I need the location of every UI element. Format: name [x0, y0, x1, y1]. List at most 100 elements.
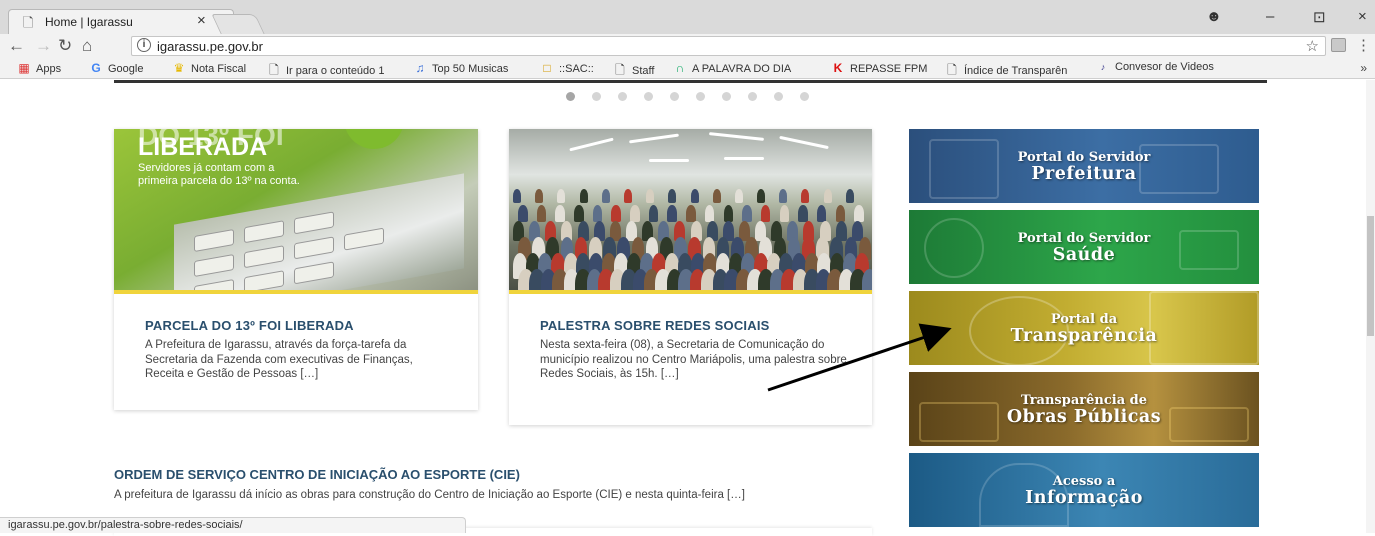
audience-person	[580, 189, 588, 203]
bookmark-ir-conteudo[interactable]: 🗋Ir para o conteúdo 1	[267, 61, 384, 82]
slider-dot[interactable]	[670, 92, 679, 101]
audience-person	[611, 205, 621, 222]
news-image[interactable]	[509, 129, 872, 294]
slider-dot[interactable]	[774, 92, 783, 101]
bookmark-indice-transparencia[interactable]: 🗋Índice de Transparên	[945, 61, 1067, 82]
page-icon: 🗋	[945, 61, 959, 82]
news-card[interactable]: PALESTRA SOBRE REDES SOCIAIS Nesta sexta…	[509, 129, 872, 425]
crown-icon: ♛	[172, 61, 186, 75]
back-arrow-icon[interactable]: ←	[8, 35, 25, 57]
restore-button[interactable]: ⊡	[1313, 8, 1326, 26]
slider-dot[interactable]	[748, 92, 757, 101]
bookmark-nota-fiscal[interactable]: ♛Nota Fiscal	[172, 61, 246, 75]
banner-line1: Portal do Servidor	[909, 150, 1259, 165]
acesso-informacao-banner[interactable]: Acesso a Informação	[909, 453, 1259, 527]
audience-person	[593, 205, 603, 222]
minimize-button[interactable]: –	[1266, 8, 1274, 25]
new-tab-button[interactable]	[211, 14, 264, 34]
close-window-button[interactable]: ×	[1358, 8, 1367, 25]
account-circle-icon[interactable]: ☻	[1206, 8, 1222, 25]
home-icon[interactable]: ⌂	[82, 35, 92, 57]
audience-person	[798, 205, 808, 222]
audience-person	[817, 205, 827, 222]
image-underbar	[114, 290, 478, 294]
audience-person	[535, 189, 543, 203]
audience-person	[667, 205, 677, 222]
k-icon: K	[831, 61, 845, 75]
news-title[interactable]: PARCELA DO 13º FOI LIBERADA	[145, 318, 354, 333]
audience-person	[780, 205, 790, 222]
banner-line1: Transparência de	[909, 393, 1259, 408]
bookmark-apps[interactable]: ▦Apps	[17, 61, 61, 75]
tab-strip: 🗋 Home | Igarassu × ☻ – ⊡ ×	[0, 0, 1375, 34]
slider-dot[interactable]	[644, 92, 653, 101]
web-page: DO 13º FOI LIBERADA Servidores já contam…	[0, 80, 1375, 533]
scrollbar[interactable]	[1366, 80, 1375, 533]
audience-person	[518, 205, 528, 222]
bookmark-sac[interactable]: □::SAC::	[540, 61, 594, 75]
menu-dots-icon[interactable]: ⋮	[1356, 36, 1371, 54]
news-card[interactable]: DO 13º FOI LIBERADA Servidores já contam…	[114, 129, 478, 410]
status-bar-url: igarassu.pe.gov.br/palestra-sobre-redes-…	[0, 517, 466, 533]
slider-dot[interactable]	[618, 92, 627, 101]
audience-person	[646, 189, 654, 203]
keypad-graphic	[174, 173, 464, 294]
slider-dot[interactable]	[592, 92, 601, 101]
banner-line2: Informação	[909, 488, 1259, 508]
news-excerpt: A prefeitura de Igarassu dá início as ob…	[114, 488, 874, 503]
ceiling-graphic	[509, 129, 872, 174]
audience-person	[686, 205, 696, 222]
audience-person	[630, 205, 640, 222]
news-image[interactable]: DO 13º FOI LIBERADA Servidores já contam…	[114, 129, 478, 294]
slider-dot[interactable]	[566, 92, 575, 101]
audience-person	[757, 189, 765, 203]
audience-person	[691, 189, 699, 203]
bookmark-staff[interactable]: 🗋Staff	[613, 61, 654, 82]
bookmark-conversor-videos[interactable]: ♪Convesor de Videos	[1096, 61, 1214, 73]
scrollbar-thumb[interactable]	[1367, 216, 1374, 336]
banner-line1: Acesso a	[909, 474, 1259, 489]
audience-person	[513, 189, 521, 203]
audience-person	[574, 205, 584, 222]
portal-servidor-saude-banner[interactable]: Portal do Servidor Saúde	[909, 210, 1259, 284]
portal-obras-publicas-banner[interactable]: Transparência de Obras Públicas	[909, 372, 1259, 446]
mp3-icon: ♪	[1096, 62, 1110, 72]
audience-person	[824, 189, 832, 203]
forward-arrow-icon[interactable]: →	[35, 35, 52, 57]
tab-title: Home | Igarassu	[45, 15, 133, 29]
reload-icon[interactable]: ↻	[58, 35, 72, 57]
bookmark-repasse-fpm[interactable]: KREPASSE FPM	[831, 61, 927, 75]
audience-person	[649, 205, 659, 222]
slider-dot[interactable]	[800, 92, 809, 101]
bookmark-google[interactable]: GGoogle	[89, 61, 143, 75]
bookmark-palavra-dia[interactable]: ∩A PALAVRA DO DIA	[673, 61, 791, 75]
more-bookmarks-icon[interactable]: »	[1360, 61, 1367, 75]
bookmarks-bar: ▦Apps GGoogle ♛Nota Fiscal 🗋Ir para o co…	[0, 58, 1375, 79]
info-icon[interactable]: i	[137, 38, 151, 52]
portal-transparencia-banner[interactable]: Portal da Transparência	[909, 291, 1259, 365]
news-title[interactable]: ORDEM DE SERVIÇO CENTRO DE INICIAÇÃO AO …	[114, 467, 520, 482]
browser-tab[interactable]: 🗋 Home | Igarassu ×	[8, 9, 234, 34]
audience-person	[668, 189, 676, 203]
close-tab-icon[interactable]: ×	[197, 12, 206, 29]
portal-servidor-prefeitura-banner[interactable]: Portal do Servidor Prefeitura	[909, 129, 1259, 203]
address-bar[interactable]: i igarassu.pe.gov.br ☆	[131, 36, 1326, 56]
extension-icon[interactable]	[1331, 38, 1346, 52]
banner-line2: Obras Públicas	[909, 407, 1259, 427]
bookmark-top50[interactable]: ♫Top 50 Musicas	[413, 61, 508, 75]
audience-person	[761, 205, 771, 222]
slider-dot[interactable]	[696, 92, 705, 101]
audience-person	[836, 205, 846, 222]
audience-person	[779, 189, 787, 203]
page-icon: 🗋	[613, 61, 627, 82]
audience-person	[557, 189, 565, 203]
checkmark-badge	[344, 129, 404, 149]
audience-person	[602, 189, 610, 203]
news-title[interactable]: PALESTRA SOBRE REDES SOCIAIS	[540, 318, 770, 333]
banner-line1: Portal do Servidor	[909, 231, 1259, 246]
bookmark-star-icon[interactable]: ☆	[1306, 37, 1319, 55]
slider-dot[interactable]	[722, 92, 731, 101]
audience-person	[854, 205, 864, 222]
banner-line2: Transparência	[909, 326, 1259, 346]
audience-person	[624, 189, 632, 203]
